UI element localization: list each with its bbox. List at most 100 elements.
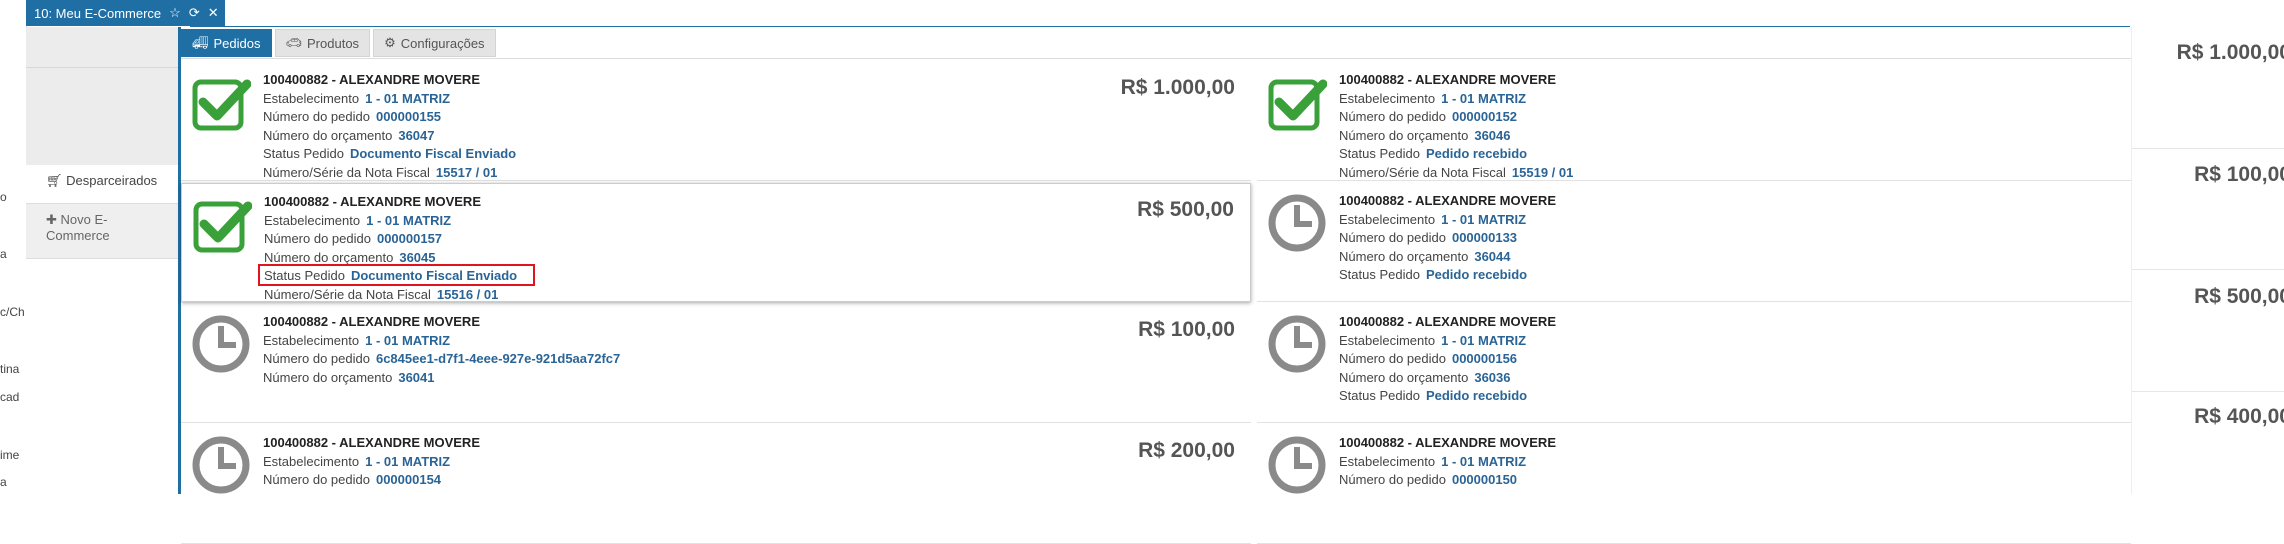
quote-number-row: Número do orçamento 36036 (1339, 369, 1556, 388)
field-label: Estabelecimento (263, 90, 360, 106)
field-label: Estabelecimento (1339, 90, 1436, 106)
field-label: Número/Série da Nota Fiscal (263, 164, 430, 180)
order-card[interactable]: 100400882 - ALEXANDRE MOVERE Estabelecime… (1257, 183, 2131, 302)
invoice-number-value[interactable]: 15516 / 01 (437, 287, 498, 302)
order-card[interactable]: 100400882 - ALEXANDRE MOVERE Estabelecime… (1257, 425, 2131, 544)
estabelecimento-value[interactable]: 1 - 01 MATRIZ (1441, 212, 1526, 227)
tab-label: Configurações (400, 35, 485, 51)
sidebar-header-block (26, 27, 178, 68)
estabelecimento-row: Estabelecimento 1 - 01 MATRIZ (1339, 453, 1556, 472)
field-label: Estabelecimento (1339, 332, 1436, 348)
order-status-value[interactable]: Pedido recebido (1426, 267, 1527, 282)
field-label: Número do orçamento (263, 127, 393, 143)
clock-icon (191, 314, 251, 374)
order-number-value[interactable]: 000000157 (377, 231, 442, 246)
order-title: 100400882 - ALEXANDRE MOVERE (263, 72, 480, 87)
clock-icon (1267, 193, 1327, 253)
estabelecimento-value[interactable]: 1 - 01 MATRIZ (366, 213, 451, 228)
invoice-number-value[interactable]: 15517 / 01 (436, 165, 497, 180)
left-panel-strip: o a c/Ch tina cad ime a (0, 0, 27, 494)
invoice-number-row: Número/Série da Nota Fiscal 15517 / 01 (263, 164, 516, 181)
order-number-value[interactable]: 6c845ee1-d7f1-4eee-927e-921d5aa72fc7 (376, 351, 620, 366)
order-number-row: Número do pedido 000000156 (1339, 350, 1556, 369)
cart-icon: 🛒︎ (46, 173, 63, 188)
window-tab[interactable]: 10: Meu E-Commerce ☆ ⟳ ✕ (26, 0, 225, 26)
estabelecimento-value[interactable]: 1 - 01 MATRIZ (365, 91, 450, 106)
quote-number-value[interactable]: 36044 (1474, 249, 1510, 264)
row-divider (2132, 391, 2284, 392)
order-info: 100400882 - ALEXANDRE MOVERE Estabelecime… (263, 434, 480, 490)
close-icon[interactable]: ✕ (208, 5, 219, 21)
field-label: Status Pedido (1339, 146, 1420, 161)
order-status-row: Status Pedido Pedido recebido (1339, 387, 1556, 406)
check-icon (1267, 72, 1328, 132)
refresh-icon[interactable]: ⟳ (189, 5, 200, 21)
left-strip-text: a (0, 247, 7, 261)
order-number-value[interactable]: 000000156 (1452, 351, 1517, 366)
estabelecimento-row: Estabelecimento 1 - 01 MATRIZ (264, 212, 517, 231)
quote-number-value[interactable]: 36036 (1474, 370, 1510, 385)
clock-icon (1267, 314, 1327, 374)
truck-icon: 🚚︎ (192, 35, 209, 50)
order-number-value[interactable]: 000000150 (1452, 472, 1517, 487)
tab-label: Produtos (307, 35, 360, 51)
order-amount: R$ 200,00 (1138, 439, 1235, 462)
field-label: Estabelecimento (263, 453, 360, 469)
order-number-value[interactable]: 000000154 (376, 472, 441, 487)
car-icon: 🚗︎ (285, 35, 303, 50)
order-number-value[interactable]: 000000152 (1452, 109, 1517, 124)
order-card[interactable]: 100400882 - ALEXANDRE MOVERE Estabelecime… (181, 425, 1251, 544)
order-status-value[interactable]: Documento Fiscal Enviado (350, 146, 516, 161)
estabelecimento-value[interactable]: 1 - 01 MATRIZ (1441, 454, 1526, 469)
field-label: Número do orçamento (263, 369, 393, 385)
quote-number-value[interactable]: 36046 (1474, 128, 1510, 143)
order-status-value[interactable]: Pedido recebido (1426, 146, 1527, 161)
order-title: 100400882 - ALEXANDRE MOVERE (1339, 72, 1556, 87)
right-overflow-column: R$ 1.000,00 R$ 100,00 R$ 500,00 R$ 400,0… (2131, 27, 2284, 494)
order-number-row: Número do pedido 000000152 (1339, 108, 1573, 127)
quote-number-value[interactable]: 36041 (398, 370, 434, 385)
star-icon[interactable]: ☆ (169, 5, 181, 21)
order-card[interactable]: 100400882 - ALEXANDRE MOVERE Estabelecime… (1257, 304, 2131, 423)
invoice-number-value[interactable]: 15519 / 01 (1512, 165, 1573, 180)
order-number-value[interactable]: 000000155 (376, 109, 441, 124)
field-label: Número/Série da Nota Fiscal (264, 286, 431, 302)
gears-icon: ⚙ (384, 35, 396, 50)
estabelecimento-row: Estabelecimento 1 - 01 MATRIZ (1339, 90, 1573, 109)
order-amount: R$ 500,00 (1137, 198, 1234, 221)
sidebar: 🛒︎ Desparceirados ✚ Novo E-Commerce (26, 27, 179, 494)
clock-icon (191, 435, 251, 495)
tab-pedidos[interactable]: 🚚︎ Pedidos (181, 29, 272, 57)
field-label: Estabelecimento (1339, 453, 1436, 469)
highlight-box (258, 264, 535, 286)
order-card[interactable]: 100400882 - ALEXANDRE MOVERE Estabelecime… (1257, 62, 2131, 181)
tab-divider (181, 58, 2131, 59)
tab-produtos[interactable]: 🚗︎ Produtos (274, 29, 371, 57)
estabelecimento-row: Estabelecimento 1 - 01 MATRIZ (1339, 211, 1556, 230)
order-status-row: Status Pedido Pedido recebido (1339, 266, 1556, 285)
estabelecimento-value[interactable]: 1 - 01 MATRIZ (1441, 333, 1526, 348)
tab-label: Pedidos (213, 35, 261, 51)
order-status-row: Status Pedido Pedido recebido (1339, 145, 1573, 164)
order-status-value[interactable]: Pedido recebido (1426, 388, 1527, 403)
estabelecimento-row: Estabelecimento 1 - 01 MATRIZ (1339, 332, 1556, 351)
field-label: Número do pedido (263, 472, 370, 487)
tab-configuracoes[interactable]: ⚙ Configurações (373, 29, 496, 57)
estabelecimento-value[interactable]: 1 - 01 MATRIZ (365, 333, 450, 348)
order-number-row: Número do pedido 000000155 (263, 108, 516, 127)
sidebar-item-desparceirados[interactable]: 🛒︎ Desparceirados (26, 165, 178, 197)
quote-number-value[interactable]: 36047 (398, 128, 434, 143)
sidebar-item-novo-ecommerce[interactable]: ✚ Novo E-Commerce (26, 203, 178, 259)
order-card[interactable]: 100400882 - ALEXANDRE MOVERE Estabelecime… (181, 62, 1251, 181)
estabelecimento-value[interactable]: 1 - 01 MATRIZ (1441, 91, 1526, 106)
quote-number-row: Número do orçamento 36041 (263, 369, 620, 388)
order-number-value[interactable]: 000000133 (1452, 230, 1517, 245)
estabelecimento-row: Estabelecimento 1 - 01 MATRIZ (263, 453, 480, 472)
estabelecimento-row: Estabelecimento 1 - 01 MATRIZ (263, 90, 516, 109)
left-strip-text: cad (0, 390, 20, 404)
order-info: 100400882 - ALEXANDRE MOVERE Estabelecime… (1339, 434, 1556, 490)
quote-number-value[interactable]: 36045 (399, 250, 435, 265)
estabelecimento-value[interactable]: 1 - 01 MATRIZ (365, 454, 450, 469)
tab-bar: 🚚︎ Pedidos 🚗︎ Produtos ⚙ Configurações (181, 29, 496, 57)
order-card[interactable]: 100400882 - ALEXANDRE MOVERE Estabelecime… (181, 304, 1251, 423)
